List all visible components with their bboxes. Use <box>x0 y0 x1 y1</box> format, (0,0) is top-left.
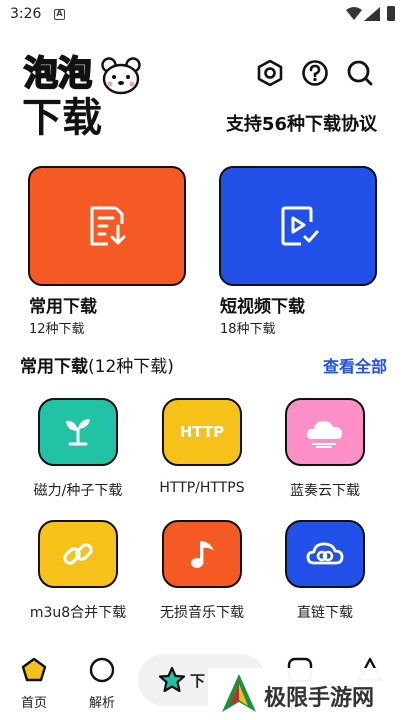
short-video-download-title: 短视频下载 <box>220 297 305 317</box>
tile-label-music: 无损音乐下载 <box>160 605 244 621</box>
search-icon[interactable] <box>345 58 375 88</box>
link-icon <box>63 543 93 565</box>
cloud-link-icon <box>306 542 344 565</box>
common-download-card[interactable] <box>28 166 186 286</box>
nav-home-label: 首页 <box>20 696 47 711</box>
watermark-logo-icon <box>222 674 256 712</box>
nav-parse[interactable]: 解析 <box>72 656 132 711</box>
tile-label-m3u8: m3u8合并下载 <box>29 605 127 621</box>
signal-icon <box>364 7 380 21</box>
a-icon: A <box>54 9 65 20</box>
view-all-link[interactable]: 查看全部 <box>323 353 387 377</box>
short-video-download-subtitle: 18种下载 <box>220 322 276 337</box>
tile-label-direct: 直链下载 <box>297 605 353 621</box>
home-pentagon-icon <box>21 657 47 682</box>
status-time: 3:26 <box>10 6 42 22</box>
tile-label-lanzou: 蓝奏云下载 <box>290 483 360 499</box>
tile-magnet-torrent[interactable] <box>38 398 118 466</box>
tile-label-http: HTTP/HTTPS <box>159 480 245 496</box>
common-download-title: 常用下载 <box>29 297 97 317</box>
common-download-subtitle: 12种下载 <box>29 322 85 337</box>
short-video-download-card[interactable] <box>219 166 377 286</box>
tile-lanzou-cloud[interactable] <box>285 398 365 466</box>
help-icon[interactable] <box>300 58 330 88</box>
watermark: 极限手游网 <box>208 668 405 720</box>
tile-lossless-music[interactable] <box>162 520 242 588</box>
nav-parse-label: 解析 <box>88 696 115 711</box>
app-logo: 泡泡 <box>23 52 144 98</box>
nav-download-label: 下 <box>190 672 206 690</box>
battery-icon <box>387 6 395 21</box>
page-title: 下载 <box>22 95 102 141</box>
bear-icon <box>101 57 141 95</box>
download-doc-icon <box>90 206 126 246</box>
tile-m3u8[interactable] <box>38 520 118 588</box>
wifi-icon <box>346 7 362 20</box>
watermark-text: 极限手游网 <box>264 686 375 711</box>
tile-http[interactable]: HTTP <box>162 398 242 466</box>
nav-home[interactable]: 首页 <box>4 656 64 711</box>
star-icon <box>158 666 186 693</box>
circle-icon <box>89 657 115 683</box>
http-icon: HTTP <box>179 423 225 441</box>
status-bar: 3:26 A <box>0 0 405 28</box>
protocol-tagline: 支持56种下载协议 <box>225 114 377 135</box>
section-title-text: 常用下载 <box>20 357 88 377</box>
logo-text: 泡泡 <box>23 53 93 95</box>
tile-direct-link[interactable] <box>285 520 365 588</box>
settings-hex-icon[interactable] <box>255 58 285 88</box>
cloud-icon <box>306 421 342 448</box>
video-check-icon <box>281 206 319 246</box>
tile-label-magnet: 磁力/种子下载 <box>33 483 123 499</box>
section-count: (12种下载) <box>88 357 174 377</box>
sprout-icon <box>66 419 90 446</box>
section-title: 常用下载(12种下载) <box>20 352 174 377</box>
music-note-icon <box>191 541 214 568</box>
